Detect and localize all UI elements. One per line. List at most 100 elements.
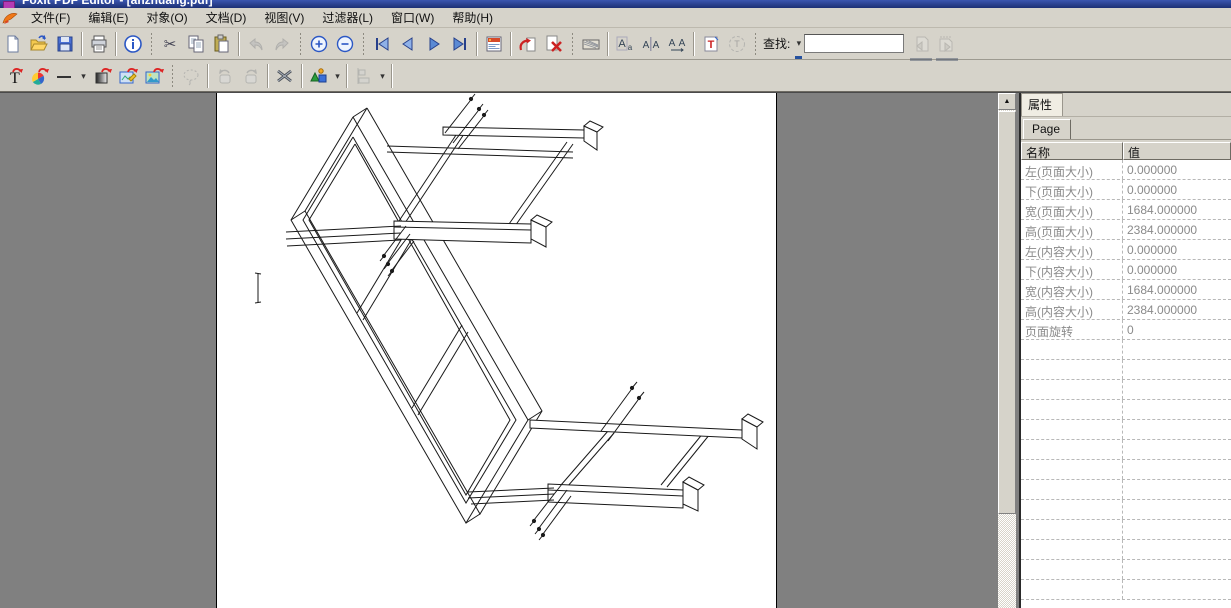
chevron-down-icon[interactable]: ▾ bbox=[78, 65, 89, 87]
column-header-name[interactable]: 名称 bbox=[1021, 142, 1123, 160]
keyboard-button[interactable] bbox=[578, 31, 604, 57]
property-row-2[interactable]: 宽(页面大小)1684.000000 bbox=[1021, 200, 1231, 220]
empty-row bbox=[1021, 440, 1231, 460]
pdf-page[interactable] bbox=[216, 93, 777, 608]
print-button[interactable] bbox=[86, 31, 112, 57]
property-name: 宽(页面大小) bbox=[1021, 200, 1123, 219]
property-value[interactable]: 2384.000000 bbox=[1123, 300, 1231, 319]
find-input[interactable] bbox=[804, 34, 904, 53]
application-window: Foxit PDF Editor - [anzhuang.pdf] 文件(F)编… bbox=[0, 0, 1231, 608]
property-row-4[interactable]: 左(内容大小)0.000000 bbox=[1021, 240, 1231, 260]
zoom-in-button[interactable] bbox=[306, 31, 332, 57]
toolbar-grip[interactable] bbox=[150, 32, 153, 56]
revert-page-button[interactable] bbox=[515, 31, 541, 57]
empty-cell bbox=[1021, 440, 1123, 459]
zoom-out-button[interactable] bbox=[332, 31, 358, 57]
property-value[interactable]: 2384.000000 bbox=[1123, 220, 1231, 239]
toolbar-grip[interactable] bbox=[754, 32, 757, 56]
next-page-button[interactable] bbox=[421, 31, 447, 57]
open-folder-button[interactable] bbox=[26, 31, 52, 57]
save-button[interactable] bbox=[52, 31, 78, 57]
property-row-0[interactable]: 左(页面大小)0.000000 bbox=[1021, 160, 1231, 180]
menu-item-6[interactable]: 窗口(W) bbox=[382, 7, 443, 28]
insert-shapes-icon bbox=[309, 66, 329, 86]
insert-shapes-button[interactable] bbox=[306, 63, 332, 89]
menu-item-4[interactable]: 视图(V) bbox=[255, 7, 313, 28]
column-header-value[interactable]: 值 bbox=[1123, 142, 1231, 160]
property-row-1[interactable]: 下(页面大小)0.000000 bbox=[1021, 180, 1231, 200]
first-page-button[interactable] bbox=[369, 31, 395, 57]
property-value[interactable]: 0.000000 bbox=[1123, 180, 1231, 199]
char-size-button[interactable]: Aa bbox=[612, 31, 638, 57]
app-window-icon bbox=[3, 1, 15, 8]
empty-cell bbox=[1123, 340, 1231, 359]
scroll-up-button[interactable]: ▲ bbox=[998, 93, 1016, 110]
toolbar-separator bbox=[301, 64, 303, 88]
svg-text:A: A bbox=[643, 40, 650, 51]
property-row-8[interactable]: 页面旋转0 bbox=[1021, 320, 1231, 340]
property-value[interactable]: 0 bbox=[1123, 320, 1231, 339]
property-row-6[interactable]: 宽(内容大小)1684.000000 bbox=[1021, 280, 1231, 300]
info-button[interactable] bbox=[120, 31, 146, 57]
toolbar-grip[interactable] bbox=[362, 32, 365, 56]
menu-item-5[interactable]: 过滤器(L) bbox=[313, 7, 382, 28]
property-value[interactable]: 0.000000 bbox=[1123, 240, 1231, 259]
previous-page-button[interactable] bbox=[395, 31, 421, 57]
empty-cell bbox=[1123, 520, 1231, 539]
new-document-icon bbox=[3, 34, 23, 54]
svg-text:✂: ✂ bbox=[164, 36, 177, 53]
toolbar-separator bbox=[115, 32, 117, 56]
insert-image-button[interactable] bbox=[141, 63, 167, 89]
chevron-down-icon[interactable]: ▾ bbox=[332, 65, 343, 87]
toolbar-grip[interactable] bbox=[571, 32, 574, 56]
chevron-down-icon[interactable]: ▾ bbox=[377, 65, 388, 87]
zoom-in-icon bbox=[309, 34, 329, 54]
delete-object-button[interactable] bbox=[272, 63, 298, 89]
menu-item-2[interactable]: 对象(O) bbox=[137, 7, 196, 28]
property-value[interactable]: 0.000000 bbox=[1123, 260, 1231, 279]
property-row-7[interactable]: 高(内容大小)2384.000000 bbox=[1021, 300, 1231, 320]
empty-cell bbox=[1021, 560, 1123, 579]
find-options-dropdown[interactable]: ▾ bbox=[793, 33, 804, 55]
menu-item-7[interactable]: 帮助(H) bbox=[443, 7, 502, 28]
char-spacing-button[interactable]: AA bbox=[664, 31, 690, 57]
char-kerning-button[interactable]: AA bbox=[638, 31, 664, 57]
tab-page[interactable]: Page bbox=[1023, 119, 1071, 139]
property-value[interactable]: 1684.000000 bbox=[1123, 280, 1231, 299]
empty-cell bbox=[1021, 380, 1123, 399]
previous-page-icon bbox=[398, 34, 418, 54]
edit-image-button[interactable] bbox=[115, 63, 141, 89]
copy-button[interactable] bbox=[183, 31, 209, 57]
toolbar-grip[interactable] bbox=[171, 64, 174, 88]
cut-button[interactable]: ✂ bbox=[157, 31, 183, 57]
insert-shading-button[interactable] bbox=[89, 63, 115, 89]
rotate-left-button bbox=[212, 63, 238, 89]
empty-cell bbox=[1123, 560, 1231, 579]
property-value[interactable]: 1684.000000 bbox=[1123, 200, 1231, 219]
delete-page-button[interactable] bbox=[541, 31, 567, 57]
insert-text-button[interactable]: T bbox=[698, 31, 724, 57]
property-row-5[interactable]: 下(内容大小)0.000000 bbox=[1021, 260, 1231, 280]
menu-item-1[interactable]: 编辑(E) bbox=[79, 7, 137, 28]
insert-color-button[interactable] bbox=[26, 63, 52, 89]
toolbar-separator bbox=[607, 32, 609, 56]
delete-object-icon bbox=[275, 66, 295, 86]
menu-item-0[interactable]: 文件(F) bbox=[22, 7, 79, 28]
menu-item-3[interactable]: 文档(D) bbox=[197, 7, 256, 28]
insert-text-object-button[interactable]: T bbox=[0, 63, 26, 89]
property-value[interactable]: 0.000000 bbox=[1123, 160, 1231, 179]
toolbar-grip[interactable] bbox=[299, 32, 302, 56]
page-layout-button[interactable] bbox=[481, 31, 507, 57]
page-layout-icon bbox=[484, 34, 504, 54]
property-row-3[interactable]: 高(页面大小)2384.000000 bbox=[1021, 220, 1231, 240]
empty-row bbox=[1021, 560, 1231, 580]
vertical-scrollbar[interactable]: ▲ bbox=[998, 93, 1016, 608]
foxit-pencil-icon bbox=[2, 11, 18, 25]
line-style-button[interactable] bbox=[52, 63, 78, 89]
svg-text:A: A bbox=[669, 38, 676, 49]
keyboard-icon bbox=[581, 34, 601, 54]
scrollbar-thumb[interactable] bbox=[998, 111, 1016, 514]
new-document-button[interactable] bbox=[0, 31, 26, 57]
last-page-button[interactable] bbox=[447, 31, 473, 57]
paste-button[interactable] bbox=[209, 31, 235, 57]
